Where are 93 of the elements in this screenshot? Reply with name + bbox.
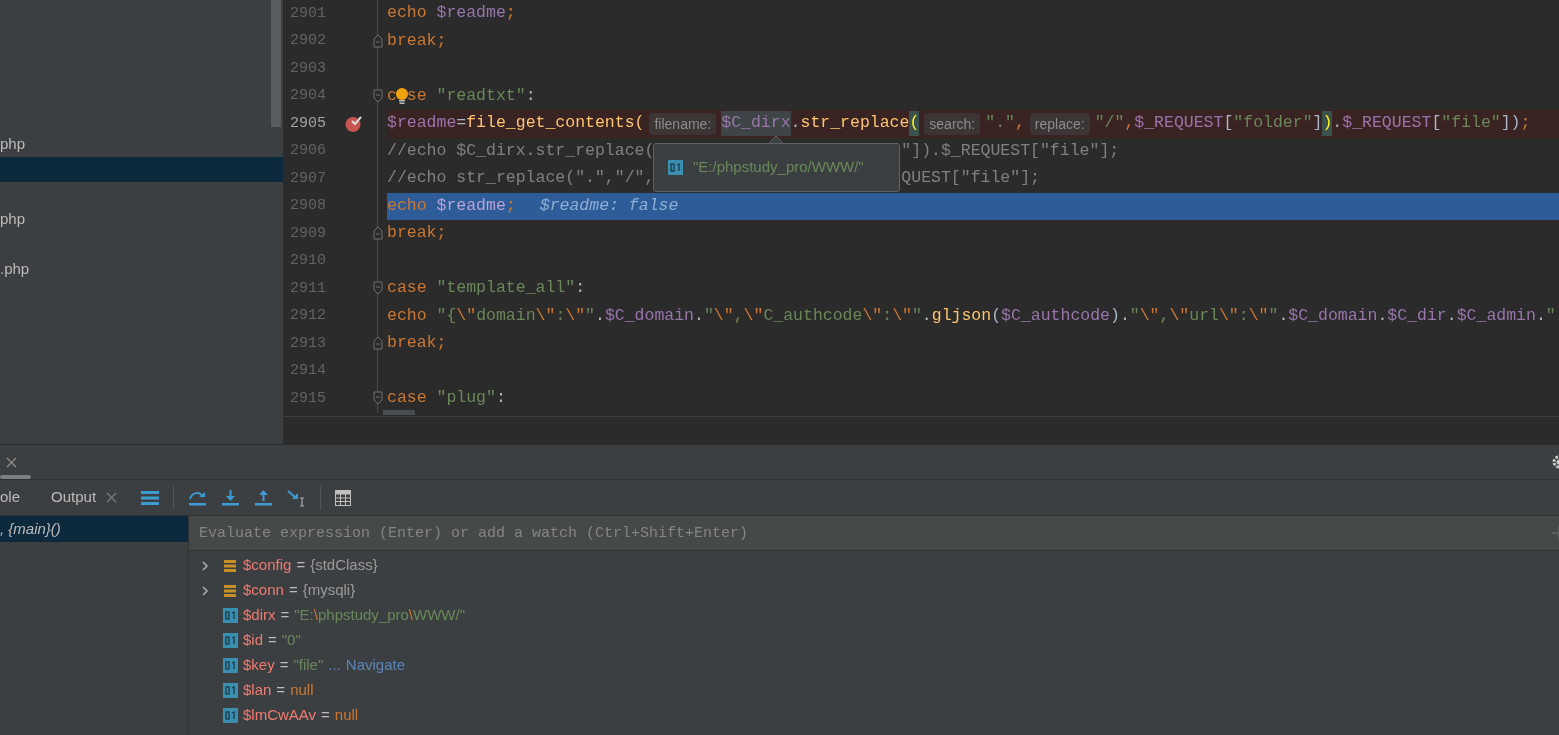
code-text: "]).$_REQUEST["file"];	[901, 139, 1120, 162]
inline-value: $readme: false	[539, 194, 679, 217]
code-text: //echo $C_dirx.str_replace(	[387, 139, 655, 162]
binary-value-icon	[668, 160, 683, 175]
code-text: se "readtxt":	[406, 84, 536, 107]
code-text: //echo str_replace(".","/",	[387, 167, 655, 190]
variable-value: WWW/"	[413, 605, 465, 626]
fold-marker-icon[interactable]	[373, 336, 383, 350]
line-number: 2912	[289, 306, 327, 326]
equals-sign: =	[280, 605, 290, 626]
equals-sign: =	[288, 580, 298, 601]
down-arrow-icon[interactable]	[221, 488, 241, 507]
fold-marker-icon[interactable]	[373, 88, 383, 103]
variable-value: "0"	[281, 630, 301, 651]
line-number: 2905	[289, 113, 327, 134]
equals-sign: =	[296, 555, 306, 576]
line-number: 2901	[289, 3, 327, 24]
code-text: c	[387, 84, 397, 107]
variable-value: null	[290, 680, 314, 701]
code-text: break;	[387, 222, 447, 245]
tree-row[interactable]: php	[0, 207, 283, 232]
equals-sign: =	[276, 680, 286, 701]
calculator-icon[interactable]	[335, 489, 352, 506]
tooltip-value: "E:/phpstudy_pro/WWW/"	[693, 157, 864, 178]
line-number: 2909	[289, 223, 327, 244]
variable-name: $config	[243, 555, 292, 576]
line-number: 2903	[289, 58, 327, 79]
lines-icon[interactable]	[141, 489, 160, 506]
stack-frame[interactable]: , {main}()	[0, 516, 188, 542]
up-arrow-icon[interactable]	[254, 488, 274, 507]
equals-sign: =	[321, 705, 330, 726]
line-number: 2904	[289, 86, 327, 106]
code-text: echo "{\"domain\":\"".$C_domain."\",\"C_authcode\":\"".gljson($C_authcode)."\",\"url\":\"".$C_domain.$C_dir.$C_admin."	[387, 304, 1556, 327]
variable-value: "file"	[293, 655, 324, 676]
variable-value: phpstudy_pro	[317, 605, 409, 626]
tree-row[interactable]: php	[0, 132, 283, 157]
equals-sign: =	[279, 655, 289, 676]
panel-tab[interactable]: Output	[51, 480, 97, 515]
variable-value: \	[313, 605, 318, 626]
binary-value-icon	[223, 608, 238, 623]
fold-marker-icon[interactable]	[373, 391, 383, 405]
variable-value: "E:	[294, 605, 314, 626]
scrollbar-thumb[interactable]	[383, 410, 415, 415]
binary-value-icon	[223, 683, 238, 698]
variable-name: $lmCwAAv	[243, 705, 317, 726]
code-text: QUEST["file"];	[901, 167, 1040, 190]
close-icon[interactable]	[6, 456, 17, 468]
panel-tab[interactable]: ole	[0, 480, 21, 515]
watch-field[interactable]: Evaluate expression (Enter) or add a watch (Ctrl+Shift+Enter)	[189, 516, 1559, 550]
code-text: case "plug":	[387, 387, 506, 410]
close-icon[interactable]	[106, 492, 118, 503]
variable-name: $key	[243, 655, 275, 676]
chevron-right-icon[interactable]	[199, 584, 211, 597]
code-text: echo $readme;	[387, 194, 516, 217]
binary-value-icon	[223, 633, 238, 648]
line-number: 2910	[289, 251, 327, 271]
fold-marker-icon[interactable]	[373, 33, 383, 48]
code-text: echo $readme;	[387, 2, 516, 25]
equals-sign: =	[268, 630, 277, 651]
lightbulb-icon[interactable]	[394, 86, 409, 105]
variable-value: ...	[328, 655, 341, 676]
variable-name: $lan	[243, 680, 272, 701]
variable-name: $dirx	[243, 605, 276, 626]
binary-value-icon	[223, 658, 238, 673]
line-number: 2913	[289, 333, 327, 354]
fold-marker-icon[interactable]	[373, 281, 383, 295]
variable-value: {mysqli}	[302, 580, 356, 601]
line-number: 2902	[289, 31, 327, 51]
variable-value: null	[334, 705, 359, 726]
stack-icon	[223, 583, 237, 598]
line-number: 2911	[289, 278, 327, 299]
line-number: 2907	[289, 168, 327, 189]
code-text: $readme=file_get_contents( filename: $C_dirx.str_replace( search: ".", replace: "/",$_REQUEST["folder"]).$_REQUEST["file"]);	[387, 111, 1531, 137]
stack-icon	[223, 558, 237, 573]
code-text: case "template_all":	[387, 277, 586, 300]
variable-name: $id	[243, 630, 264, 651]
tree-row[interactable]: .php	[0, 257, 283, 282]
fold-marker-icon[interactable]	[373, 226, 383, 240]
line-number: 2906	[289, 141, 327, 161]
line-number: 2914	[289, 361, 327, 381]
tab-underline	[0, 475, 31, 479]
variable-value: {stdClass}	[310, 555, 378, 576]
code-text: break;	[387, 332, 447, 355]
binary-value-icon	[223, 708, 238, 723]
variable-value: \	[408, 605, 414, 626]
line-number: 2908	[289, 196, 327, 216]
line-number: 2915	[289, 388, 327, 409]
code-text: break;	[387, 29, 447, 52]
breakpoint-icon[interactable]	[344, 115, 363, 133]
scrollbar-thumb[interactable]	[271, 0, 281, 127]
diagonal-arrow-icon[interactable]	[287, 488, 307, 507]
chevron-right-icon[interactable]	[199, 559, 211, 572]
variable-name: $conn	[243, 580, 284, 601]
